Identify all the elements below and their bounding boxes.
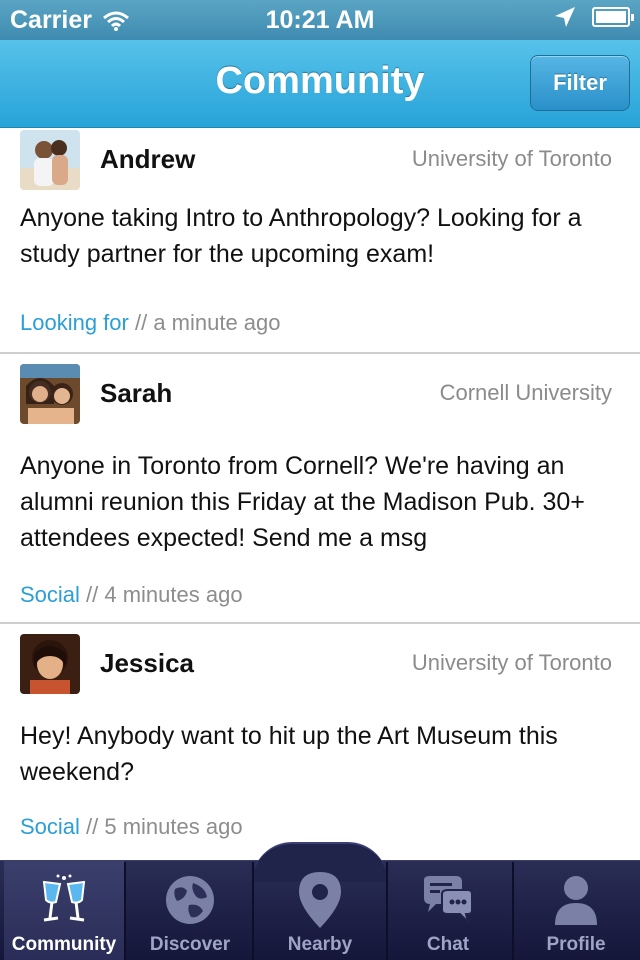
- post-author-name[interactable]: Sarah: [100, 378, 172, 409]
- post-item[interactable]: Andrew University of Toronto Anyone taki…: [0, 128, 640, 354]
- location-arrow-icon: [555, 7, 575, 27]
- post-category-link[interactable]: Social: [20, 814, 80, 839]
- post-timestamp: a minute ago: [153, 310, 281, 335]
- community-feed[interactable]: Andrew University of Toronto Anyone taki…: [0, 128, 640, 860]
- tab-discover[interactable]: Discover: [126, 860, 254, 960]
- meta-separator: //: [79, 582, 105, 607]
- tab-label: Community: [11, 934, 117, 955]
- tab-profile[interactable]: Profile: [512, 860, 640, 960]
- post-text: Hey! Anybody want to hit up the Art Muse…: [20, 722, 558, 786]
- globe-icon: [160, 870, 220, 930]
- chat-bubbles-icon: [418, 870, 478, 930]
- tab-chat[interactable]: Chat: [384, 860, 512, 960]
- post-meta: Social // 5 minutes ago: [20, 814, 243, 840]
- person-icon: [546, 870, 606, 930]
- tab-label: Nearby: [287, 934, 353, 955]
- navigation-bar: Community Filter: [0, 40, 640, 128]
- filter-button[interactable]: Filter: [530, 55, 630, 111]
- post-timestamp: 4 minutes ago: [104, 582, 243, 607]
- post-school: University of Toronto: [411, 650, 612, 675]
- post-item[interactable]: Sarah Cornell University Anyone in Toron…: [0, 354, 640, 624]
- tab-label: Chat: [426, 934, 470, 955]
- post-school: University of Toronto: [411, 146, 612, 171]
- avatar[interactable]: [20, 634, 80, 694]
- post-item[interactable]: Jessica University of Toronto Hey! Anybo…: [0, 624, 640, 860]
- post-category-link[interactable]: Social: [20, 582, 80, 607]
- status-bar: Carrier 10:21 AM: [0, 0, 640, 40]
- post-text: Anyone in Toronto from Cornell? We're ha…: [20, 452, 585, 552]
- post-author-name[interactable]: Andrew: [100, 144, 195, 175]
- meta-separator: //: [79, 814, 105, 839]
- post-author-name[interactable]: Jessica: [100, 648, 194, 679]
- clock: 10:21 AM: [265, 6, 375, 34]
- post-category-link[interactable]: Looking for: [20, 310, 129, 335]
- status-right: [554, 6, 634, 28]
- map-pin-icon: [290, 870, 350, 930]
- post-school: Cornell University: [439, 380, 612, 405]
- meta-separator: //: [128, 310, 154, 335]
- battery-icon: [592, 7, 634, 27]
- post-meta: Social // 4 minutes ago: [20, 582, 243, 608]
- post-text: Anyone taking Intro to Anthropology? Loo…: [20, 204, 582, 268]
- tab-divider: [252, 862, 254, 960]
- avatar[interactable]: [20, 130, 80, 190]
- tab-community[interactable]: Community: [4, 860, 124, 960]
- avatar[interactable]: [20, 364, 80, 424]
- post-meta: Looking for // a minute ago: [20, 310, 281, 336]
- tab-nearby[interactable]: Nearby: [256, 860, 384, 960]
- tab-label: Profile: [546, 934, 606, 955]
- champagne-glasses-icon: [34, 870, 94, 930]
- post-timestamp: 5 minutes ago: [104, 814, 243, 839]
- tab-label: Discover: [149, 934, 231, 955]
